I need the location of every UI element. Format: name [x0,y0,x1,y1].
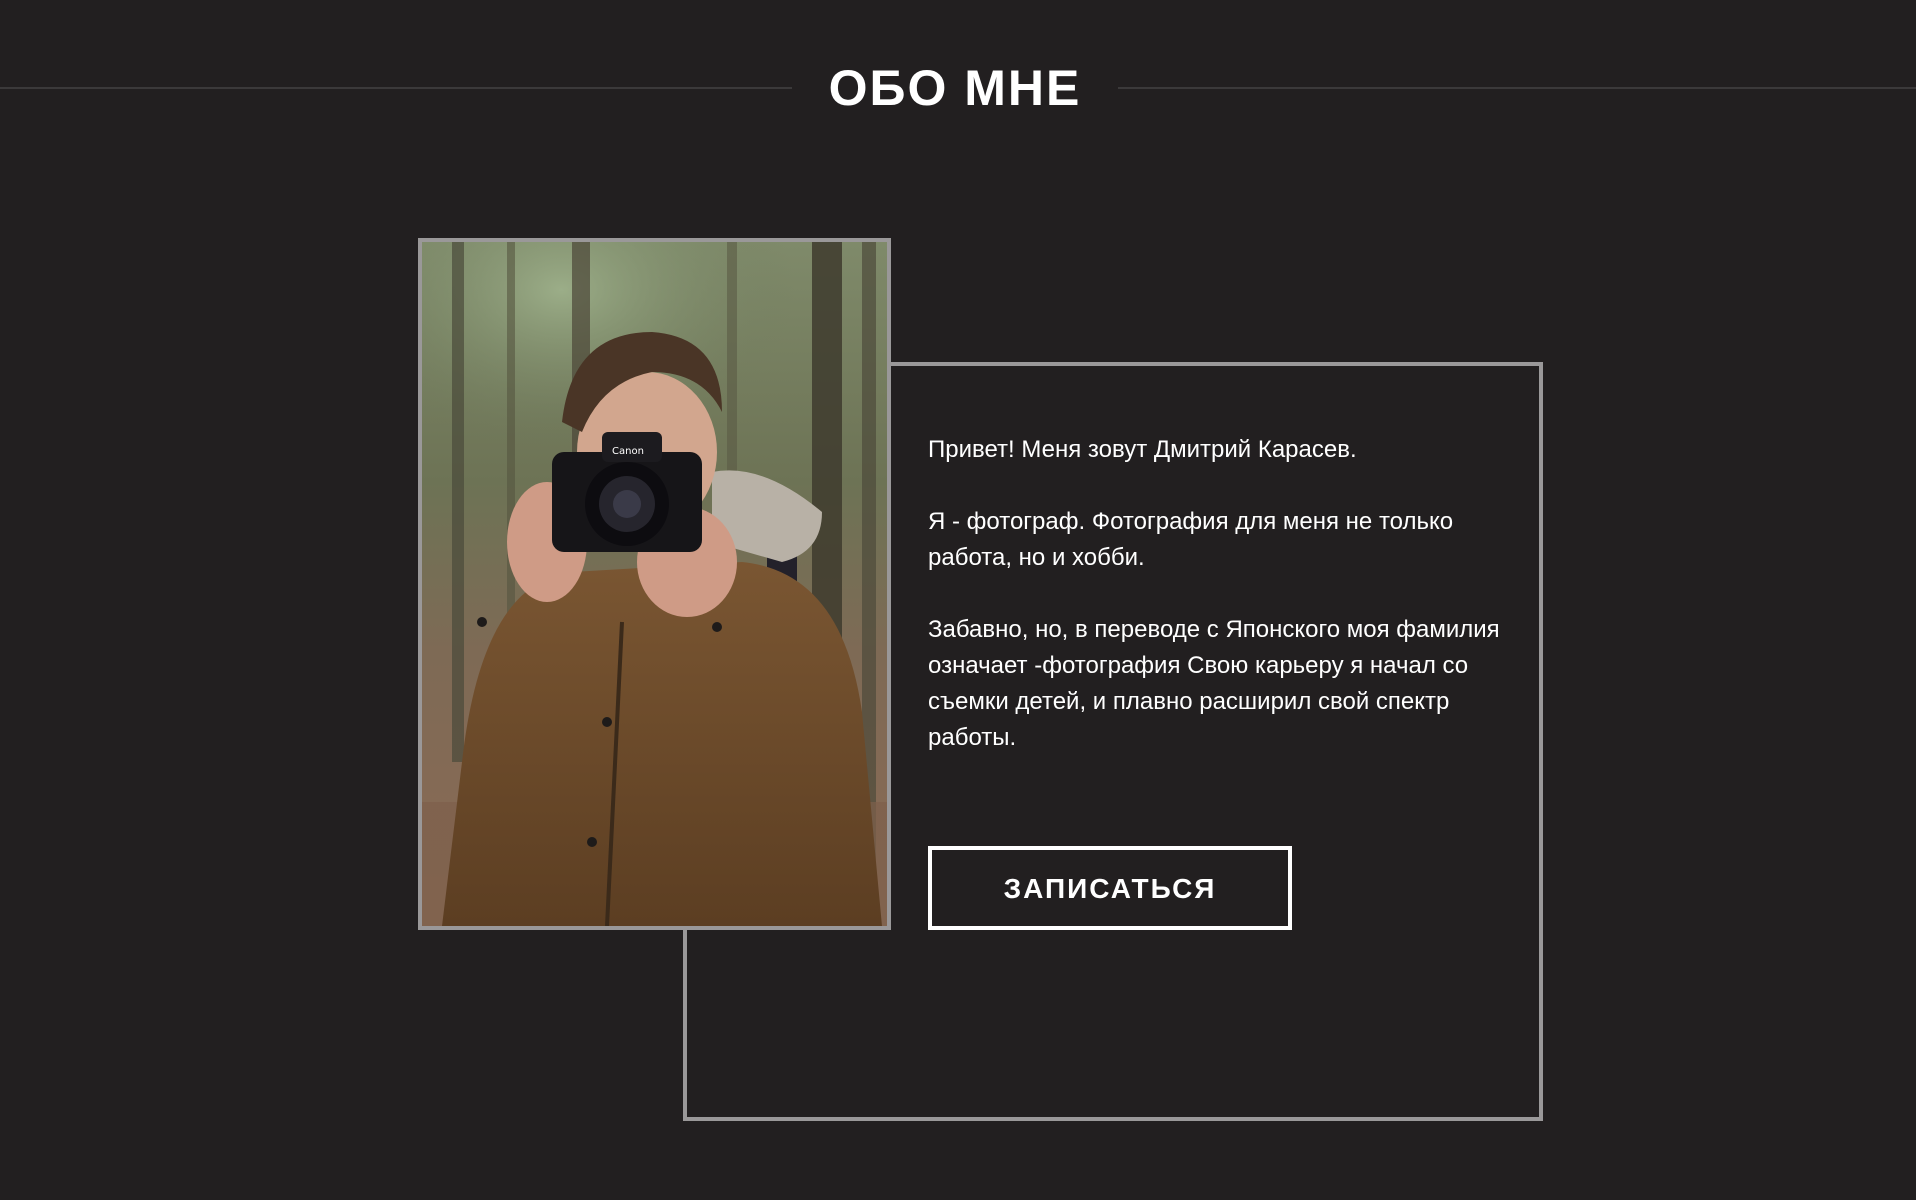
signup-button[interactable]: ЗАПИСАТЬСЯ [928,846,1292,930]
about-paragraph-career: Забавно, но, в переводе с Японского моя … [928,616,1500,751]
header-divider-left [0,87,792,89]
about-paragraph-greeting: Привет! Меня зовут Дмитрий Карасев. [928,436,1357,463]
section-header: ОБО МНЕ [0,50,1916,126]
header-divider-right [1118,87,1916,89]
about-paragraph-profession: Я - фотограф. Фотография для меня не тол… [928,508,1454,571]
photographer-image: Canon [422,242,887,926]
page-title: ОБО МНЕ [828,60,1082,116]
svg-text:Canon: Canon [612,446,644,457]
photographer-photo: Canon [418,238,891,930]
about-text: Привет! Меня зовут Дмитрий Карасев. Я - … [928,432,1518,792]
